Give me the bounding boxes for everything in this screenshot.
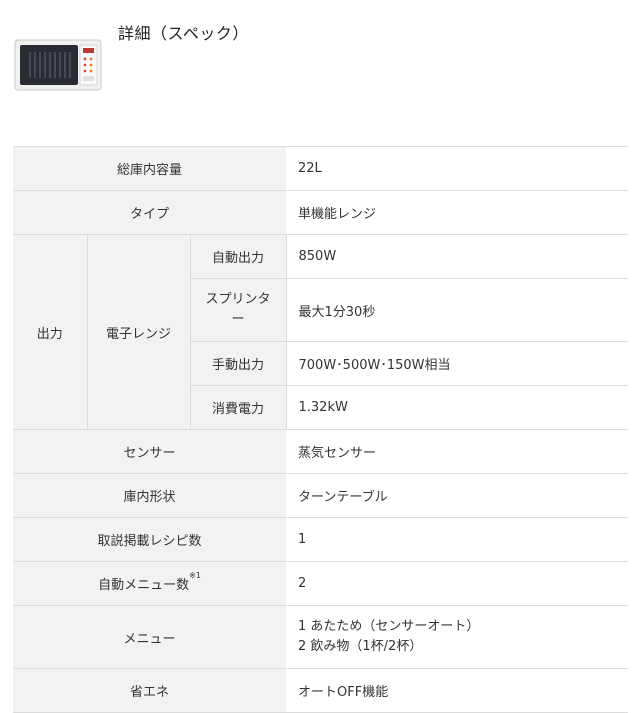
recipes-value: 1 [286,517,628,562]
manual-output-label: 手動出力 [190,341,287,386]
capacity-label: 総庫内容量 [13,146,286,191]
table-row: 省エネ オートOFF機能 [13,668,628,713]
spec-table: 総庫内容量 22L タイプ 単機能レンジ 出力 電子レンジ 自動出力 850W … [13,146,628,713]
auto-menu-cell: 自動メニュー数※1 [13,561,286,606]
table-row: 総庫内容量 22L [13,146,628,191]
auto-menu-footnote: ※1 [189,571,201,580]
auto-menu-label: 自動メニュー数 [98,578,190,593]
menu-label: メニュー [13,605,286,669]
table-row: 庫内形状 ターンテーブル [13,473,628,518]
auto-output-value: 850W [286,234,628,279]
interior-value: ターンテーブル [286,473,628,518]
output-label: 出力 [13,234,88,430]
auto-output-label: 自動出力 [190,234,287,279]
table-row: メニュー 1 あたため（センサーオート） 2 飲み物（1杯/2杯） [13,605,628,669]
sensor-value: 蒸気センサー [286,429,628,474]
microwave-label: 電子レンジ [87,234,191,430]
capacity-value: 22L [286,146,628,191]
header: 詳細（スペック） [0,0,640,146]
recipes-label: 取説掲載レシピ数 [13,517,286,562]
table-row: 自動メニュー数※1 2 [13,561,628,606]
menu-item-1: 1 あたため（センサーオート） [298,619,480,634]
microwave-product-image [14,39,102,91]
sprinter-value: 最大1分30秒 [286,278,628,342]
power-value: 1.32kW [286,385,628,430]
page-title: 詳細（スペック） [118,24,249,43]
menu-item-2: 2 飲み物（1杯/2杯） [298,639,423,654]
auto-menu-value: 2 [286,561,628,606]
eco-value: オートOFF機能 [286,668,628,713]
type-value: 単機能レンジ [286,190,628,235]
sensor-label: センサー [13,429,286,474]
eco-label: 省エネ [13,668,286,713]
table-row: 取説掲載レシピ数 1 [13,517,628,562]
power-label: 消費電力 [190,385,287,430]
table-row: センサー 蒸気センサー [13,429,628,474]
table-row: 出力 電子レンジ 自動出力 850W [13,234,628,430]
interior-label: 庫内形状 [13,473,286,518]
manual-output-value: 700W･500W･150W相当 [286,341,628,386]
sprinter-label: スプリンター [190,278,287,342]
table-row: タイプ 単機能レンジ [13,190,628,235]
type-label: タイプ [13,190,286,235]
menu-value: 1 あたため（センサーオート） 2 飲み物（1杯/2杯） [286,605,628,669]
